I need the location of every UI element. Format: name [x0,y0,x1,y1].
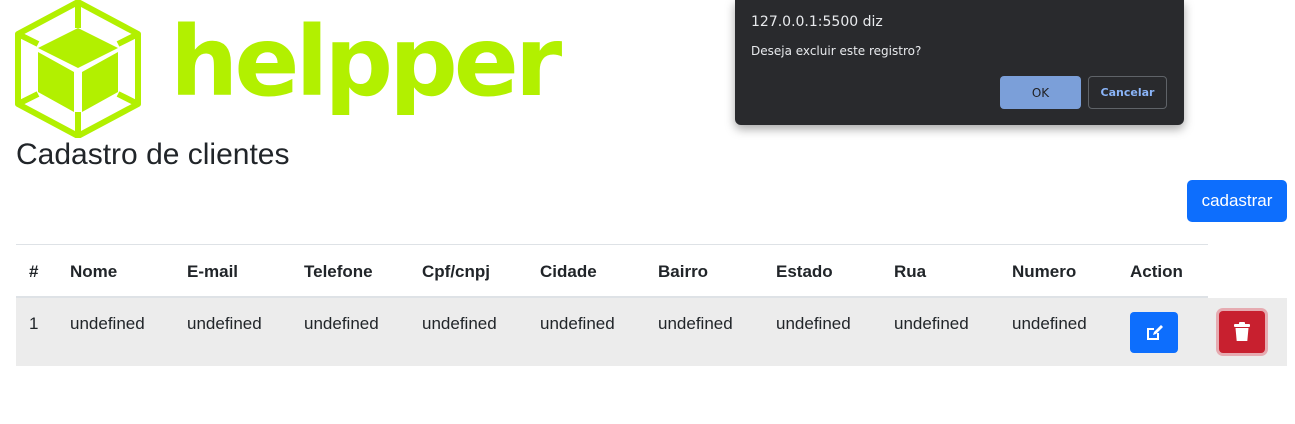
logo-text: helpper [170,6,562,118]
cadastrar-button[interactable]: cadastrar [1187,180,1287,222]
edit-button[interactable] [1130,312,1178,353]
col-header-cpf-cnpj: Cpf/cnpj [422,262,490,281]
cell-bairro: undefined [658,314,733,333]
col-header-rua: Rua [894,262,927,281]
trash-icon [1234,322,1250,341]
col-header-bairro: Bairro [658,262,709,281]
delete-button[interactable] [1219,311,1265,353]
col-header-email: E-mail [187,262,239,281]
cube-icon [15,0,141,138]
dialog-origin: 127.0.0.1:5500 diz [751,14,883,30]
cell-email: undefined [187,314,262,333]
col-header-numero: Numero [1012,262,1077,281]
page: helpper Cadastro de clientes cadastrar #… [0,0,1295,424]
col-header-cidade: Cidade [540,262,597,281]
col-header-telefone: Telefone [304,262,373,281]
page-title: Cadastro de clientes [16,138,290,171]
brand-logo: helpper [14,0,562,138]
cell-nome: undefined [70,314,145,333]
edit-icon [1147,324,1163,340]
cell-cpf-cnpj: undefined [422,314,497,333]
cell-rua: undefined [894,314,969,333]
col-header-nome: Nome [70,262,118,281]
col-header-action: Action [1130,262,1183,281]
cell-telefone: undefined [304,314,379,333]
table-row: 1 undefined undefined undefined undefine… [16,298,1287,366]
cell-cidade: undefined [540,314,615,333]
cell-estado: undefined [776,314,851,333]
clients-table: # Nome E-mail Telefone Cpf/cnpj Cidade B… [16,244,1287,366]
confirm-dialog: 127.0.0.1:5500 diz Deseja excluir este r… [735,0,1184,125]
cell-numero: undefined [1012,314,1087,333]
cancel-button[interactable]: Cancelar [1088,76,1167,109]
cell-index: 1 [29,314,39,333]
col-header-estado: Estado [776,262,833,281]
ok-button[interactable]: OK [1000,76,1081,109]
dialog-message: Deseja excluir este registro? [751,44,922,58]
col-header-index: # [29,262,39,281]
table-header: # Nome E-mail Telefone Cpf/cnpj Cidade B… [16,244,1208,298]
